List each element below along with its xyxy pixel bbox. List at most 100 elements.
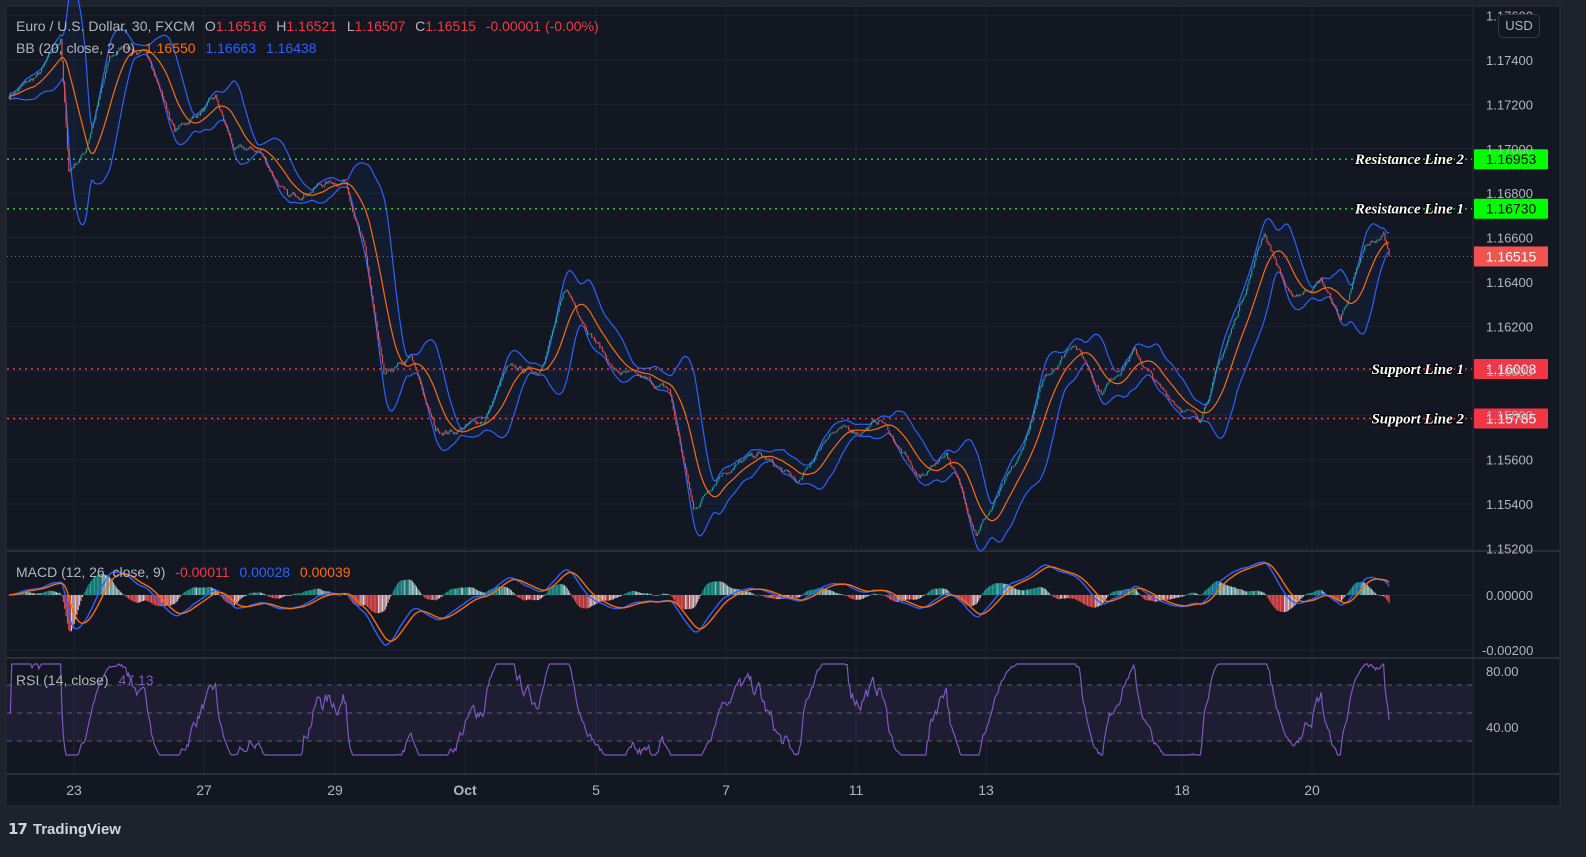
candle-body bbox=[1255, 254, 1257, 261]
macd-histogram-bar bbox=[1277, 595, 1279, 611]
candle-body bbox=[892, 436, 894, 441]
macd-histogram-bar bbox=[803, 593, 805, 595]
candle-body bbox=[872, 419, 874, 423]
candle-body bbox=[1322, 278, 1324, 284]
macd-histogram-bar bbox=[1270, 595, 1272, 604]
candle-body bbox=[703, 494, 705, 497]
macd-histogram-bar bbox=[1062, 595, 1064, 599]
macd-histogram-bar bbox=[265, 594, 267, 596]
macd-legend[interactable]: MACD (12, 26, close, 9) -0.00011 0.00028… bbox=[16, 564, 357, 580]
macd-histogram-bar bbox=[693, 595, 695, 609]
macd-histogram-bar bbox=[631, 590, 633, 595]
candle-body bbox=[401, 363, 403, 365]
candle-body bbox=[770, 459, 772, 461]
macd-histogram-bar bbox=[269, 595, 271, 598]
macd-histogram-bar bbox=[1267, 595, 1269, 599]
candle-body bbox=[751, 453, 753, 456]
macd-histogram-bar bbox=[90, 581, 91, 595]
candle-body bbox=[323, 184, 325, 187]
candle-body bbox=[1165, 391, 1167, 396]
macd-histogram-bar bbox=[92, 578, 94, 595]
macd-histogram-bar bbox=[1372, 590, 1374, 595]
macd-value: 0.00028 bbox=[239, 564, 291, 580]
candle-body bbox=[494, 394, 496, 399]
candle-body bbox=[1051, 371, 1053, 374]
candle-body bbox=[727, 473, 729, 475]
macd-histogram-bar bbox=[301, 592, 303, 595]
candle-body bbox=[981, 523, 983, 527]
macd-histogram-bar bbox=[1380, 595, 1382, 597]
rsi-legend[interactable]: RSI (14, close) 47.13 bbox=[16, 672, 160, 688]
candle-body bbox=[1294, 296, 1296, 297]
candle-body bbox=[720, 475, 722, 477]
tradingview-logo[interactable]: 𝟭𝟳 TradingView bbox=[8, 820, 121, 839]
macd-histogram-bar bbox=[521, 595, 523, 600]
candle-body bbox=[964, 498, 966, 504]
candle-body bbox=[1231, 328, 1232, 334]
bb-legend[interactable]: BB (20, close, 2, 0) 1.16550 1.16663 1.1… bbox=[16, 40, 323, 56]
candle-body bbox=[1283, 280, 1285, 284]
candle-body bbox=[1360, 257, 1362, 263]
candle-body bbox=[299, 198, 301, 200]
candle-body bbox=[231, 138, 233, 144]
macd-histogram-bar bbox=[682, 595, 684, 609]
macd-histogram-bar bbox=[750, 592, 752, 595]
candle bbox=[365, 246, 367, 258]
candle-body bbox=[747, 454, 749, 457]
candle-body bbox=[789, 472, 791, 475]
macd-histogram-bar bbox=[650, 594, 652, 595]
macd-histogram-bar bbox=[612, 595, 614, 600]
candle-body bbox=[576, 307, 578, 312]
candle-body bbox=[972, 525, 974, 530]
candle-body bbox=[208, 99, 210, 102]
macd-histogram-bar bbox=[441, 595, 443, 597]
candle-body bbox=[175, 128, 177, 132]
candle bbox=[107, 61, 109, 66]
candle-body bbox=[365, 246, 367, 257]
macd-histogram-bar bbox=[530, 595, 532, 600]
candle-body bbox=[655, 387, 657, 389]
candle-body bbox=[357, 222, 359, 226]
macd-histogram-bar bbox=[236, 595, 238, 603]
chart-canvas[interactable]: Resistance Line 2 1.16953Resistance Line … bbox=[0, 0, 1586, 857]
candle bbox=[1216, 366, 1218, 373]
candle-body bbox=[675, 416, 677, 425]
currency-button[interactable]: USD bbox=[1498, 14, 1540, 38]
candle bbox=[174, 124, 176, 132]
price-tick-label: 1.15400 bbox=[1486, 497, 1533, 512]
candle-body bbox=[1027, 433, 1029, 436]
macd-histogram-bar bbox=[46, 591, 48, 595]
candle bbox=[1330, 292, 1332, 300]
candle-body bbox=[551, 330, 553, 336]
macd-histogram-bar bbox=[748, 592, 750, 595]
macd-histogram-bar bbox=[402, 580, 404, 595]
macd-histogram-bar bbox=[471, 587, 473, 595]
candle-body bbox=[1131, 351, 1133, 355]
macd-histogram-bar bbox=[683, 595, 685, 610]
candle-body bbox=[440, 433, 442, 434]
symbol-legend[interactable]: Euro / U.S. Dollar, 30, FXCM O1.16516 H1… bbox=[16, 18, 605, 34]
candle-body bbox=[596, 342, 598, 344]
symbol-title: Euro / U.S. Dollar, 30, FXCM bbox=[16, 18, 195, 34]
candle-body bbox=[722, 472, 724, 474]
candle-body bbox=[1244, 294, 1246, 298]
candle-body bbox=[1123, 366, 1125, 368]
candle bbox=[557, 310, 559, 317]
candle bbox=[1342, 309, 1344, 316]
candle-body bbox=[728, 472, 730, 474]
macd-histogram-bar bbox=[717, 581, 719, 595]
candle bbox=[801, 475, 803, 480]
macd-histogram-bar bbox=[1048, 593, 1050, 595]
macd-histogram-bar bbox=[1383, 595, 1385, 597]
macd-histogram-bar bbox=[454, 588, 456, 595]
candle-body bbox=[1087, 363, 1089, 367]
macd-histogram-bar bbox=[691, 595, 693, 609]
candle-body bbox=[244, 149, 246, 150]
macd-histogram-bar bbox=[1244, 591, 1246, 595]
candle bbox=[348, 187, 350, 196]
macd-histogram-bar bbox=[880, 594, 882, 596]
candle-body bbox=[28, 80, 30, 82]
macd-histogram-bar bbox=[532, 595, 534, 601]
macd-histogram-bar bbox=[638, 592, 640, 595]
candle-body bbox=[1289, 290, 1291, 292]
